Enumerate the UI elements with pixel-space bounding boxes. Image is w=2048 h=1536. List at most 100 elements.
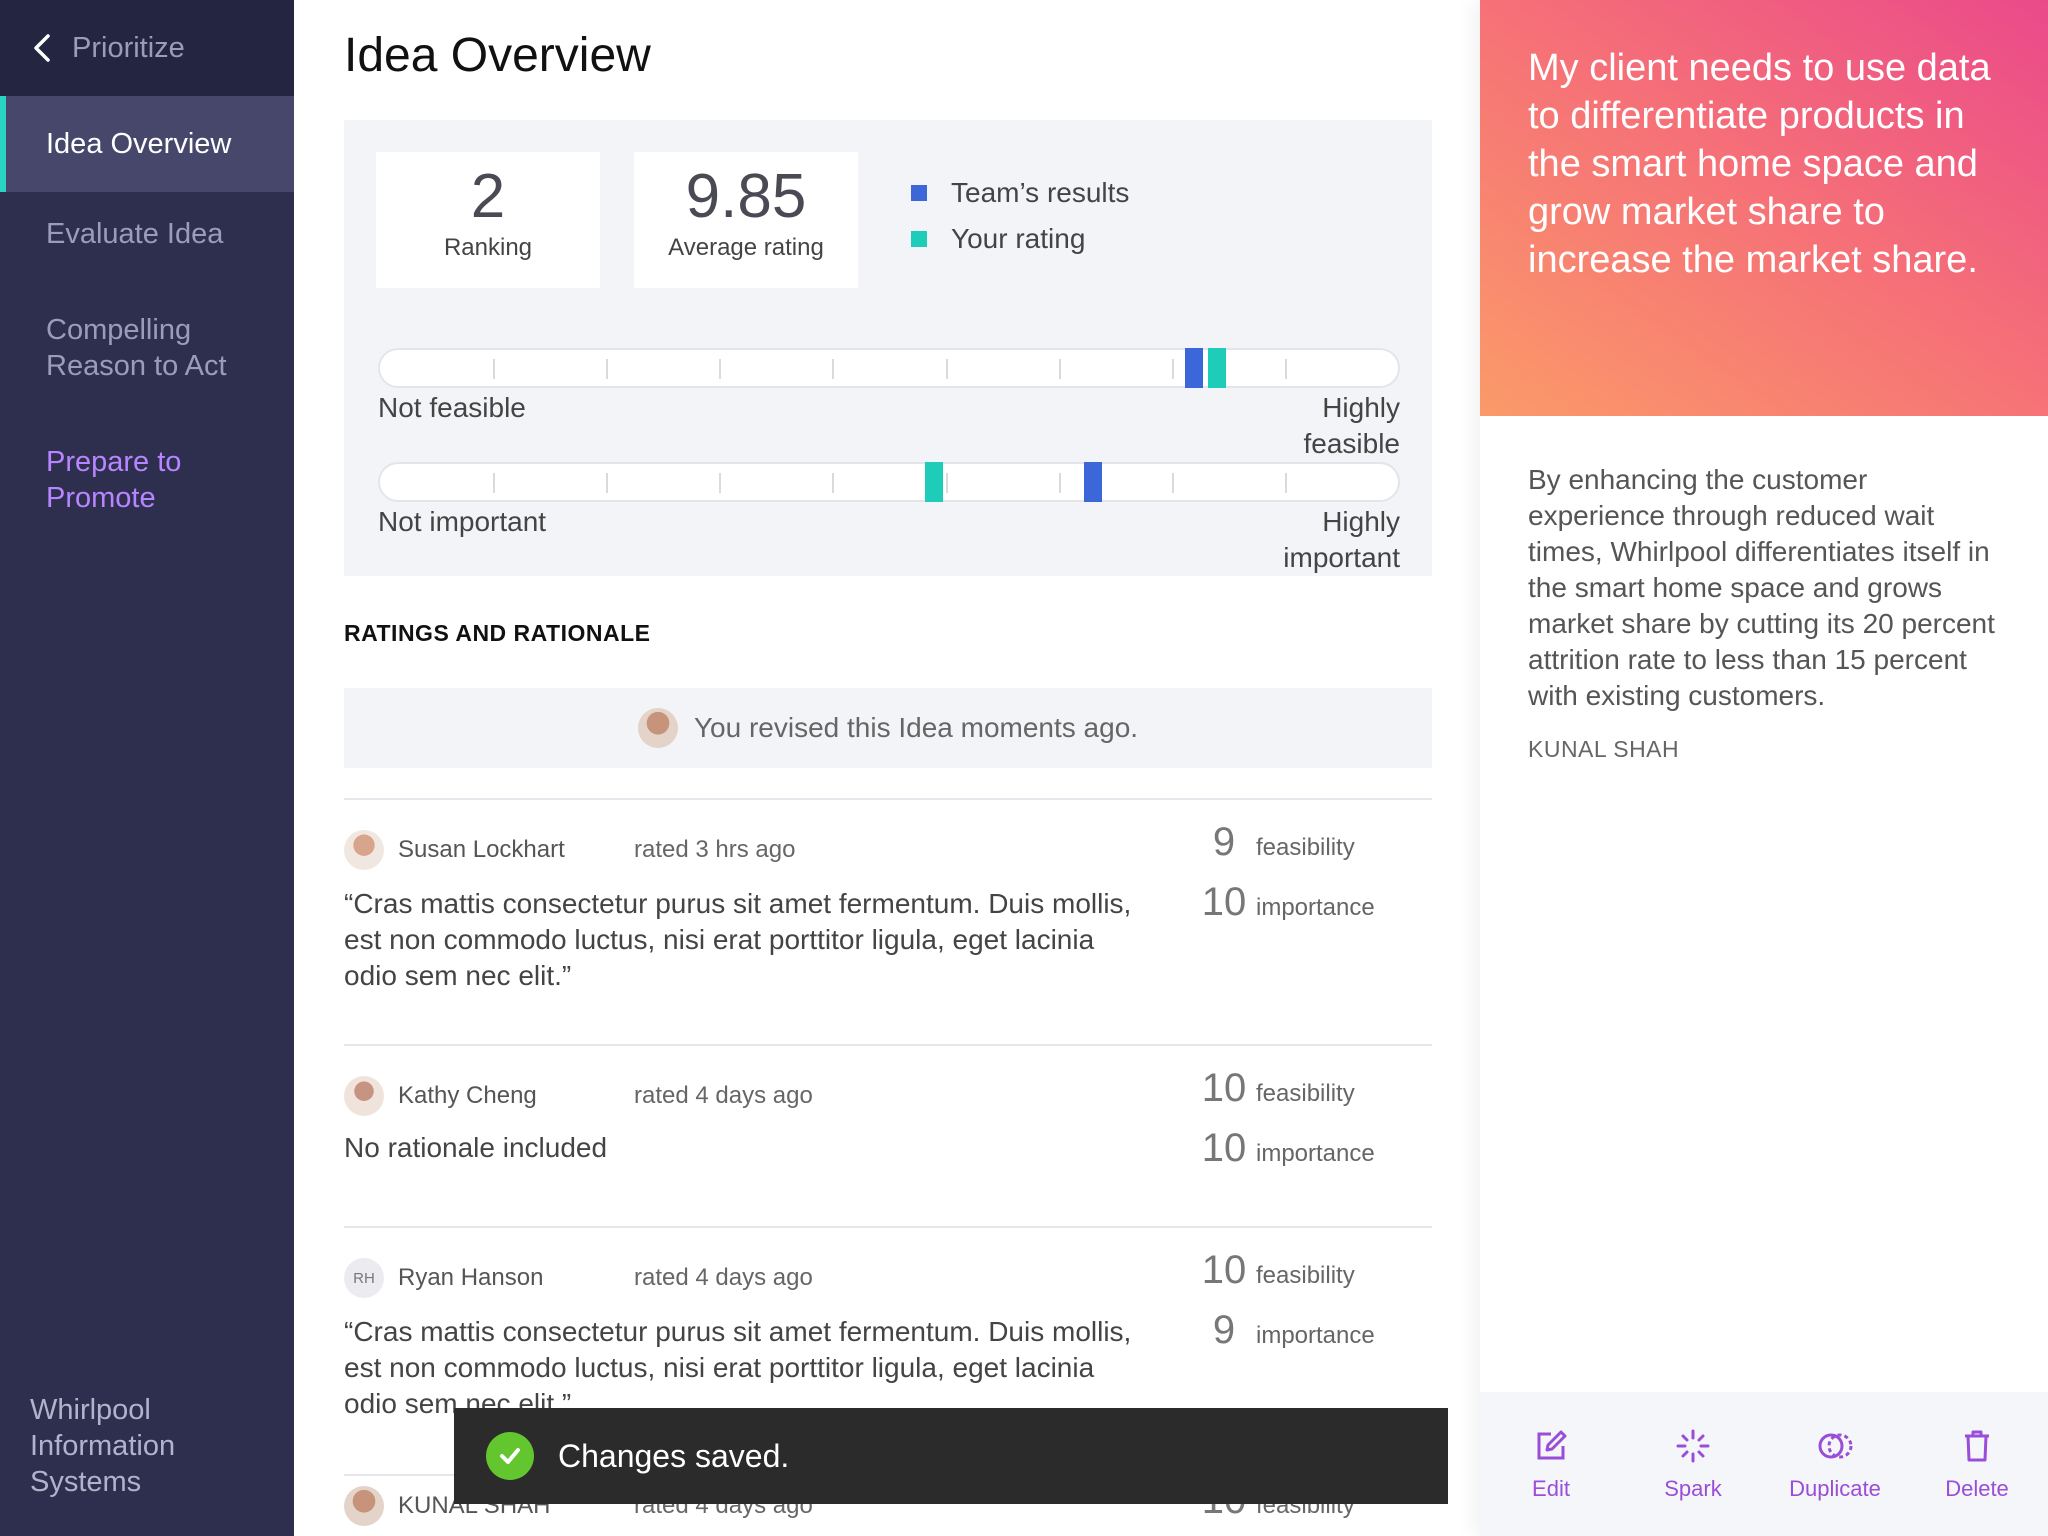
- scale-tick: [1172, 359, 1174, 379]
- duplicate-icon: [1818, 1433, 1853, 1459]
- org-name: Whirlpool Information Systems: [30, 1394, 176, 1498]
- score-value: 9: [1212, 820, 1236, 864]
- scale-tick: [493, 473, 495, 493]
- ranking-label: Ranking: [443, 234, 533, 261]
- duplicate-label: Duplicate: [1789, 1476, 1881, 1501]
- scale-tick: [946, 359, 948, 379]
- rating-rationale: No rationale included: [344, 1132, 608, 1163]
- scale-tick: [606, 359, 608, 379]
- scale-tick: [719, 473, 721, 493]
- revision-text: You revised this Idea moments ago.: [693, 712, 1139, 743]
- rater-name: Susan Lockhart: [398, 836, 565, 863]
- legend-team-swatch: [911, 185, 927, 201]
- avatar-initials: RH: [344, 1258, 384, 1298]
- sidebar-item-label: Compelling Reason to Act: [46, 314, 227, 382]
- sidebar-item-evaluate-idea[interactable]: Evaluate Idea: [0, 216, 294, 252]
- rating-item[interactable]: Susan Lockhart rated 3 hrs ago “Cras mat…: [344, 798, 1432, 1046]
- scale-tick: [606, 473, 608, 493]
- importance-low-label: Not important: [378, 506, 547, 537]
- rating-time: rated 3 hrs ago: [634, 836, 796, 863]
- avatar: [637, 708, 678, 748]
- check-circle-icon: [486, 1432, 534, 1480]
- idea-headline: My client needs to use data to different…: [1528, 47, 1991, 281]
- ranking-value: 2: [470, 162, 506, 231]
- page-title: Idea Overview: [344, 29, 651, 82]
- avatar: [344, 1486, 384, 1526]
- rating-summary: 2 Ranking 9.85 Average rating Team’s res…: [344, 120, 1432, 576]
- importance-score: 10 importance: [1194, 880, 1375, 936]
- feasibility-high-label: Highly feasible: [1303, 392, 1400, 459]
- sidebar-item-label: Idea Overview: [46, 128, 232, 160]
- score-value: 10: [1201, 1248, 1247, 1292]
- main-content: Idea Overview 2 Ranking 9.85 Average rat…: [294, 0, 1480, 1536]
- score-value: 9: [1212, 1308, 1236, 1352]
- sidebar: Prioritize Idea Overview Evaluate Idea C…: [0, 0, 294, 1536]
- revision-notice: You revised this Idea moments ago.: [344, 688, 1432, 768]
- importance-high-label: Highly important: [1283, 506, 1400, 573]
- score-label: feasibility: [1256, 834, 1355, 861]
- scale-tick: [493, 359, 495, 379]
- score-label: feasibility: [1256, 1262, 1355, 1289]
- edit-icon: [1537, 1430, 1567, 1460]
- average-rating-card: 9.85 Average rating: [634, 152, 858, 288]
- score-label: importance: [1256, 1322, 1375, 1349]
- sidebar-item-label: Evaluate Idea: [46, 218, 224, 250]
- trash-icon: [1965, 1430, 1989, 1462]
- back-button[interactable]: Prioritize: [0, 0, 294, 96]
- average-rating-label: Average rating: [668, 234, 824, 261]
- rating-header: Susan Lockhart rated 3 hrs ago: [344, 828, 795, 872]
- idea-detail-panel: My client needs to use data to different…: [1480, 0, 2048, 1536]
- legend-team: Team’s results: [911, 170, 1129, 216]
- scale-tick: [1285, 473, 1287, 493]
- action-bar: Edit Spark Duplicate Delete: [1480, 1392, 2048, 1536]
- rating-rationale: “Cras mattis consectetur purus sit amet …: [344, 1316, 1132, 1419]
- rating-header: Kathy Cheng rated 4 days ago: [344, 1074, 813, 1118]
- feasibility-low-label: Not feasible: [378, 392, 526, 423]
- rating-item[interactable]: Kathy Cheng rated 4 days ago No rational…: [344, 1044, 1432, 1228]
- sidebar-item-prepare-to-promote[interactable]: Prepare to Promote: [0, 444, 220, 516]
- idea-author: KUNAL SHAH: [1528, 736, 1680, 762]
- sidebar-item-compelling-reason[interactable]: Compelling Reason to Act: [0, 312, 240, 384]
- edit-button[interactable]: Edit: [1480, 1392, 1622, 1536]
- legend-yours-label: Your rating: [951, 223, 1086, 254]
- legend-yours-swatch: [911, 231, 927, 247]
- chevron-left-icon: [34, 34, 50, 62]
- importance-score: 9 importance: [1194, 1308, 1375, 1364]
- rating-header: RH Ryan Hanson rated 4 days ago: [344, 1256, 813, 1300]
- feasibility-score: 10 feasibility: [1194, 1248, 1355, 1304]
- sidebar-item-idea-overview[interactable]: Idea Overview: [0, 96, 294, 192]
- feasibility-team-marker: [1185, 348, 1203, 388]
- score-label: importance: [1256, 1140, 1375, 1167]
- importance-your-marker: [925, 462, 943, 502]
- score-value: 10: [1201, 1066, 1247, 1110]
- legend-team-label: Team’s results: [951, 177, 1130, 208]
- scale-tick: [719, 359, 721, 379]
- delete-label: Delete: [1945, 1476, 2009, 1501]
- avatar: [344, 1076, 384, 1116]
- scale-tick: [1059, 359, 1061, 379]
- duplicate-button[interactable]: Duplicate: [1764, 1392, 1906, 1536]
- spark-icon: [1676, 1429, 1710, 1463]
- toast-notification: Changes saved.: [454, 1408, 1448, 1504]
- rater-name: Ryan Hanson: [398, 1264, 544, 1291]
- score-label: importance: [1256, 894, 1375, 921]
- delete-button[interactable]: Delete: [1906, 1392, 2048, 1536]
- edit-label: Edit: [1532, 1476, 1570, 1501]
- avatar: [344, 830, 384, 870]
- section-title: RATINGS AND RATIONALE: [344, 620, 651, 646]
- spark-button[interactable]: Spark: [1622, 1392, 1764, 1536]
- idea-hero: My client needs to use data to different…: [1480, 0, 2048, 416]
- scale-tick: [1285, 359, 1287, 379]
- feasibility-score: 10 feasibility: [1194, 1066, 1355, 1122]
- rater-name: Kathy Cheng: [398, 1082, 537, 1109]
- feasibility-score: 9 feasibility: [1194, 820, 1355, 876]
- importance-scale: [378, 462, 1400, 502]
- scale-tick: [832, 473, 834, 493]
- average-rating-value: 9.85: [685, 162, 807, 231]
- legend-yours: Your rating: [911, 216, 1129, 262]
- idea-description: By enhancing the customer experience thr…: [1528, 464, 1995, 711]
- ranking-card: 2 Ranking: [376, 152, 600, 288]
- sidebar-item-label: Prepare to Promote: [46, 446, 182, 514]
- spark-label: Spark: [1664, 1476, 1722, 1501]
- rating-time: rated 4 days ago: [634, 1082, 813, 1109]
